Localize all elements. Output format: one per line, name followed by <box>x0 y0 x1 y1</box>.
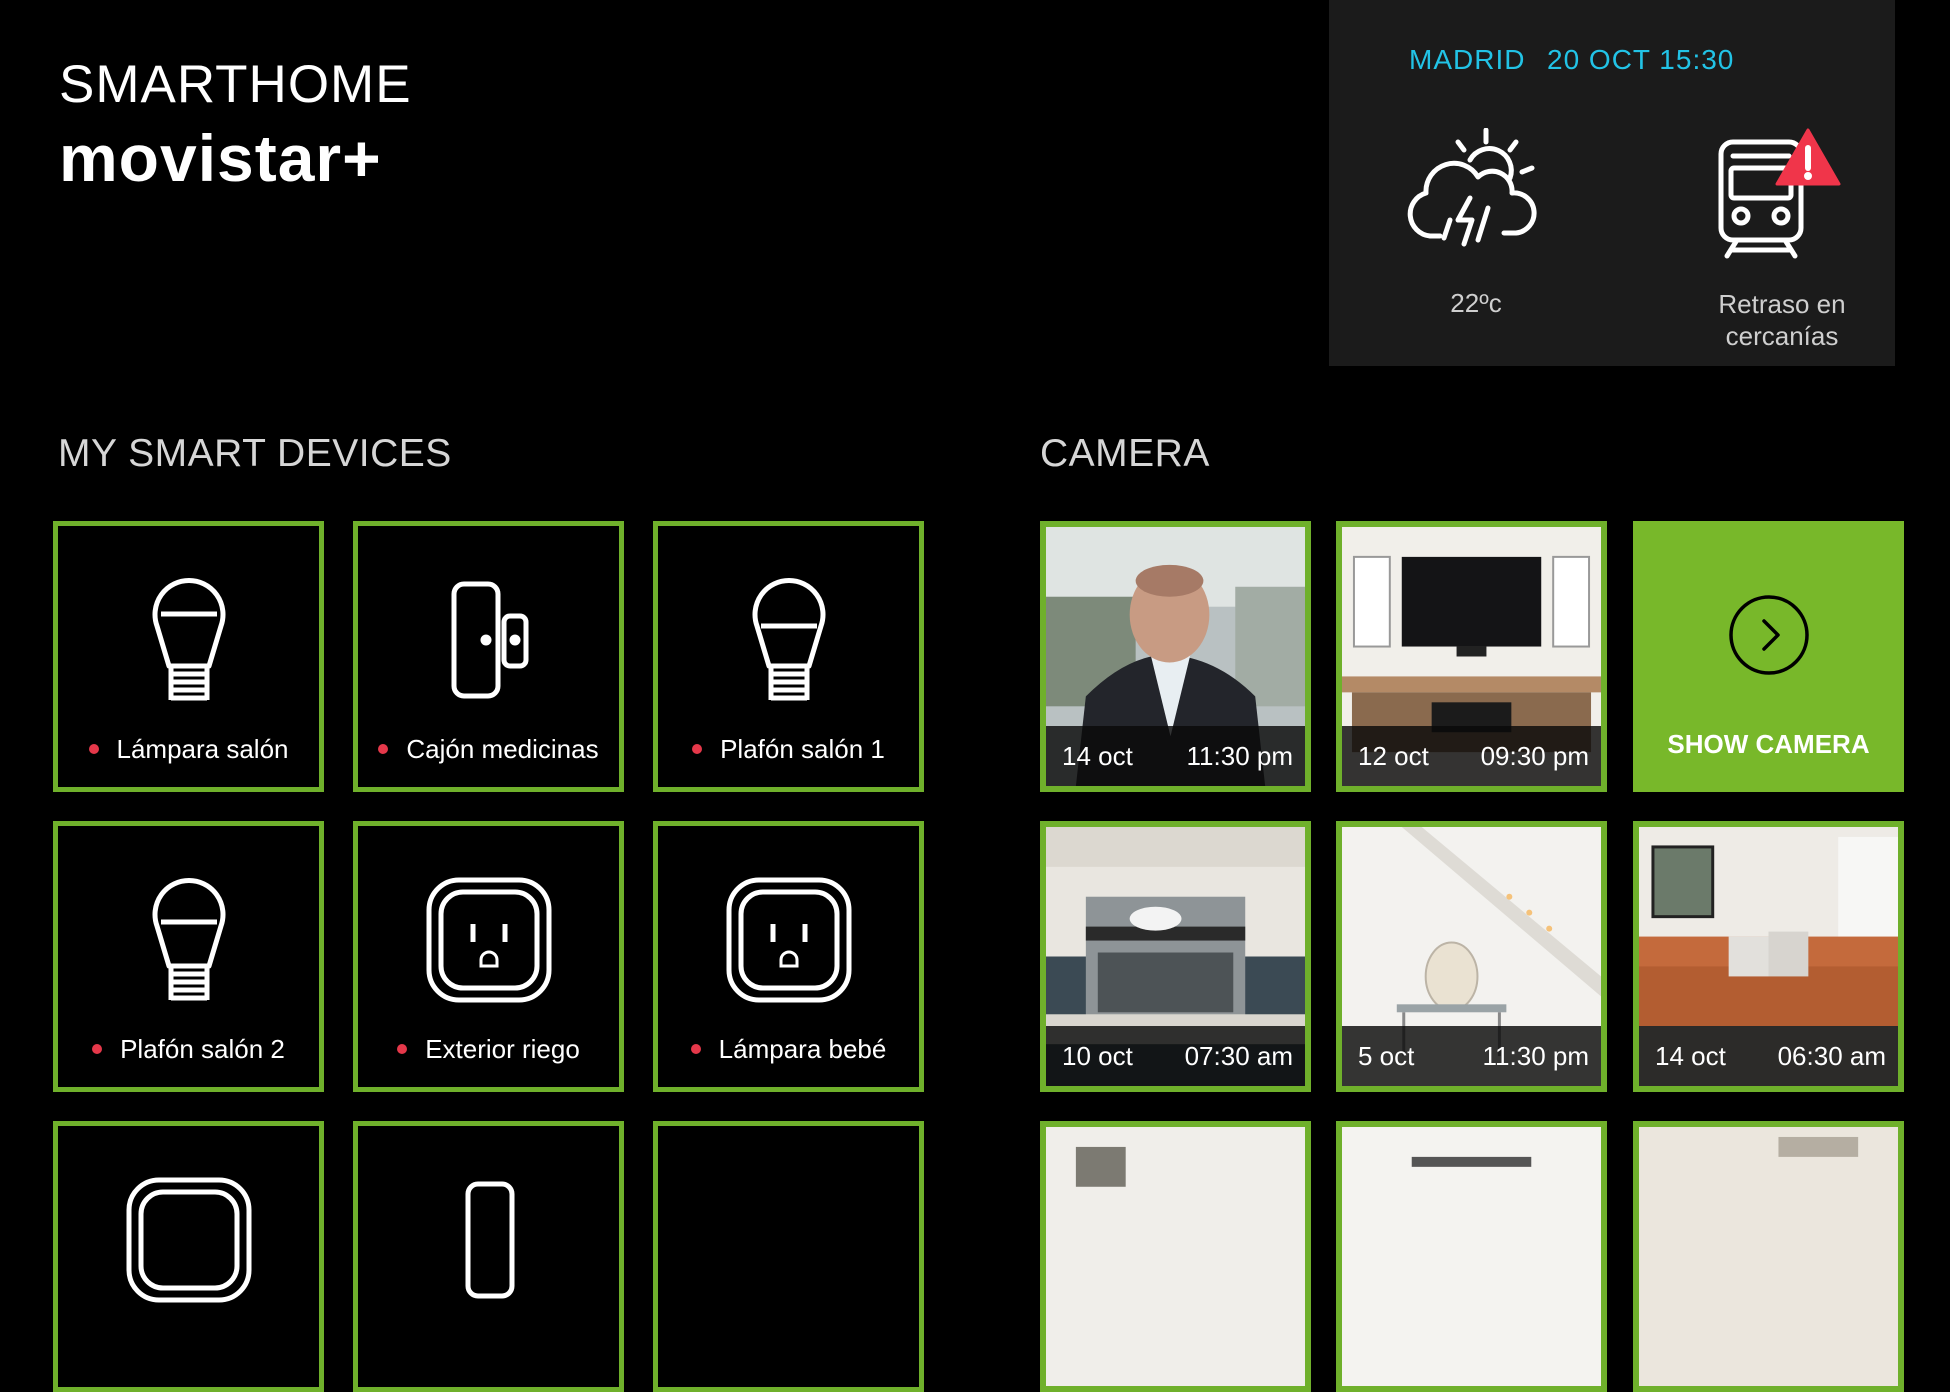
camera-capture[interactable] <box>1336 1121 1607 1392</box>
device-name: Exterior riego <box>425 1034 580 1064</box>
device-name: Cajón medicinas <box>406 734 599 764</box>
capture-time: 09:30 pm <box>1480 740 1589 771</box>
city-label: MADRID <box>1409 44 1526 75</box>
movistar-logo: movistar+ <box>59 121 382 195</box>
chevron-right-circle-icon <box>1728 595 1809 675</box>
capture-meta: 5 oct 11:30 pm <box>1342 1026 1601 1086</box>
device-label: Cajón medicinas <box>358 734 619 765</box>
device-label: Lámpara salón <box>58 734 319 765</box>
devices-section-title: MY SMART DEVICES <box>58 432 452 475</box>
capture-meta: 12 oct 09:30 pm <box>1342 726 1601 786</box>
plug-icon <box>126 1177 251 1303</box>
device-label: Exterior riego <box>358 1034 619 1065</box>
capture-date: 5 oct <box>1358 1040 1415 1071</box>
capture-time: 06:30 am <box>1777 1040 1886 1071</box>
device-label: Plafón salón 2 <box>58 1034 319 1065</box>
device-tile-cajon-medicinas[interactable]: Cajón medicinas <box>353 521 624 792</box>
capture-date: 12 oct <box>1358 740 1429 771</box>
device-tile-lampara-bebe[interactable]: Lámpara bebé <box>653 821 924 1092</box>
status-dot <box>692 744 703 755</box>
status-dot <box>88 744 99 755</box>
device-tile-partial[interactable] <box>653 1121 924 1392</box>
capture-thumbnail <box>1639 1127 1898 1386</box>
capture-date: 14 oct <box>1062 740 1133 771</box>
device-name: Plafón salón 1 <box>720 734 885 764</box>
door-sensor-icon <box>451 581 528 699</box>
capture-date: 10 oct <box>1062 1040 1133 1071</box>
train-alert-icon <box>1718 128 1841 259</box>
status-dot <box>92 1044 103 1055</box>
capture-meta: 14 oct 06:30 am <box>1639 1026 1898 1086</box>
device-label: Plafón salón 1 <box>658 734 919 765</box>
device-tile-lampara-salon[interactable]: Lámpara salón <box>53 521 324 792</box>
device-name: Plafón salón 2 <box>120 1034 285 1064</box>
camera-capture[interactable]: 14 oct 11:30 pm <box>1040 521 1311 792</box>
capture-thumbnail <box>1342 1127 1601 1386</box>
plug-icon <box>726 877 851 1003</box>
capture-time: 07:30 am <box>1184 1040 1293 1071</box>
capture-meta: 10 oct 07:30 am <box>1046 1026 1305 1086</box>
transit-alert-text: Retraso en cercanías <box>1669 288 1895 352</box>
camera-capture[interactable] <box>1633 1121 1904 1392</box>
show-camera-button[interactable]: SHOW CAMERA <box>1633 521 1904 792</box>
app-title: SMARTHOME <box>59 55 412 114</box>
camera-capture[interactable]: 14 oct 06:30 am <box>1633 821 1904 1092</box>
device-tile-partial[interactable] <box>353 1121 624 1392</box>
transit-line-1: Retraso en <box>1718 289 1846 319</box>
capture-time: 11:30 pm <box>1482 1040 1589 1071</box>
camera-section-title: CAMERA <box>1040 432 1210 475</box>
camera-capture[interactable]: 5 oct 11:30 pm <box>1336 821 1607 1092</box>
datetime-label: 20 OCT 15:30 <box>1547 44 1735 75</box>
capture-meta: 14 oct 11:30 pm <box>1046 726 1305 786</box>
capture-time: 11:30 pm <box>1186 740 1293 771</box>
transit-line-2: cercanías <box>1725 321 1839 351</box>
device-tile-exterior-riego[interactable]: Exterior riego <box>353 821 624 1092</box>
status-dot <box>397 1044 408 1055</box>
device-name: Lámpara salón <box>116 734 289 764</box>
device-label: Lámpara bebé <box>658 1034 919 1065</box>
capture-thumbnail <box>1046 1127 1305 1386</box>
device-name: Lámpara bebé <box>718 1034 887 1064</box>
bulb-icon <box>752 578 825 701</box>
camera-capture[interactable]: 12 oct 09:30 pm <box>1336 521 1607 792</box>
device-tile-plafon-salon-1[interactable]: Plafón salón 1 <box>653 521 924 792</box>
status-dot <box>690 1044 701 1055</box>
bulb-icon <box>152 578 225 701</box>
info-panel: MADRID 20 OCT 15:30 22ºc Retraso en cerc… <box>1329 0 1895 366</box>
brand: SMARTHOME movistar+ <box>59 58 412 191</box>
storm-cloud-icon <box>1407 128 1537 247</box>
plug-icon <box>426 877 551 1003</box>
capture-date: 14 oct <box>1655 1040 1726 1071</box>
device-tile-plafon-salon-2[interactable]: Plafón salón 2 <box>53 821 324 1092</box>
bulb-icon <box>152 878 225 1001</box>
show-camera-label: SHOW CAMERA <box>1667 729 1870 759</box>
door-sensor-icon <box>465 1181 514 1299</box>
camera-capture[interactable] <box>1040 1121 1311 1392</box>
camera-capture[interactable]: 10 oct 07:30 am <box>1040 821 1311 1092</box>
status-dot <box>378 744 389 755</box>
temperature: 22ºc <box>1450 288 1502 318</box>
device-tile-partial[interactable] <box>53 1121 324 1392</box>
